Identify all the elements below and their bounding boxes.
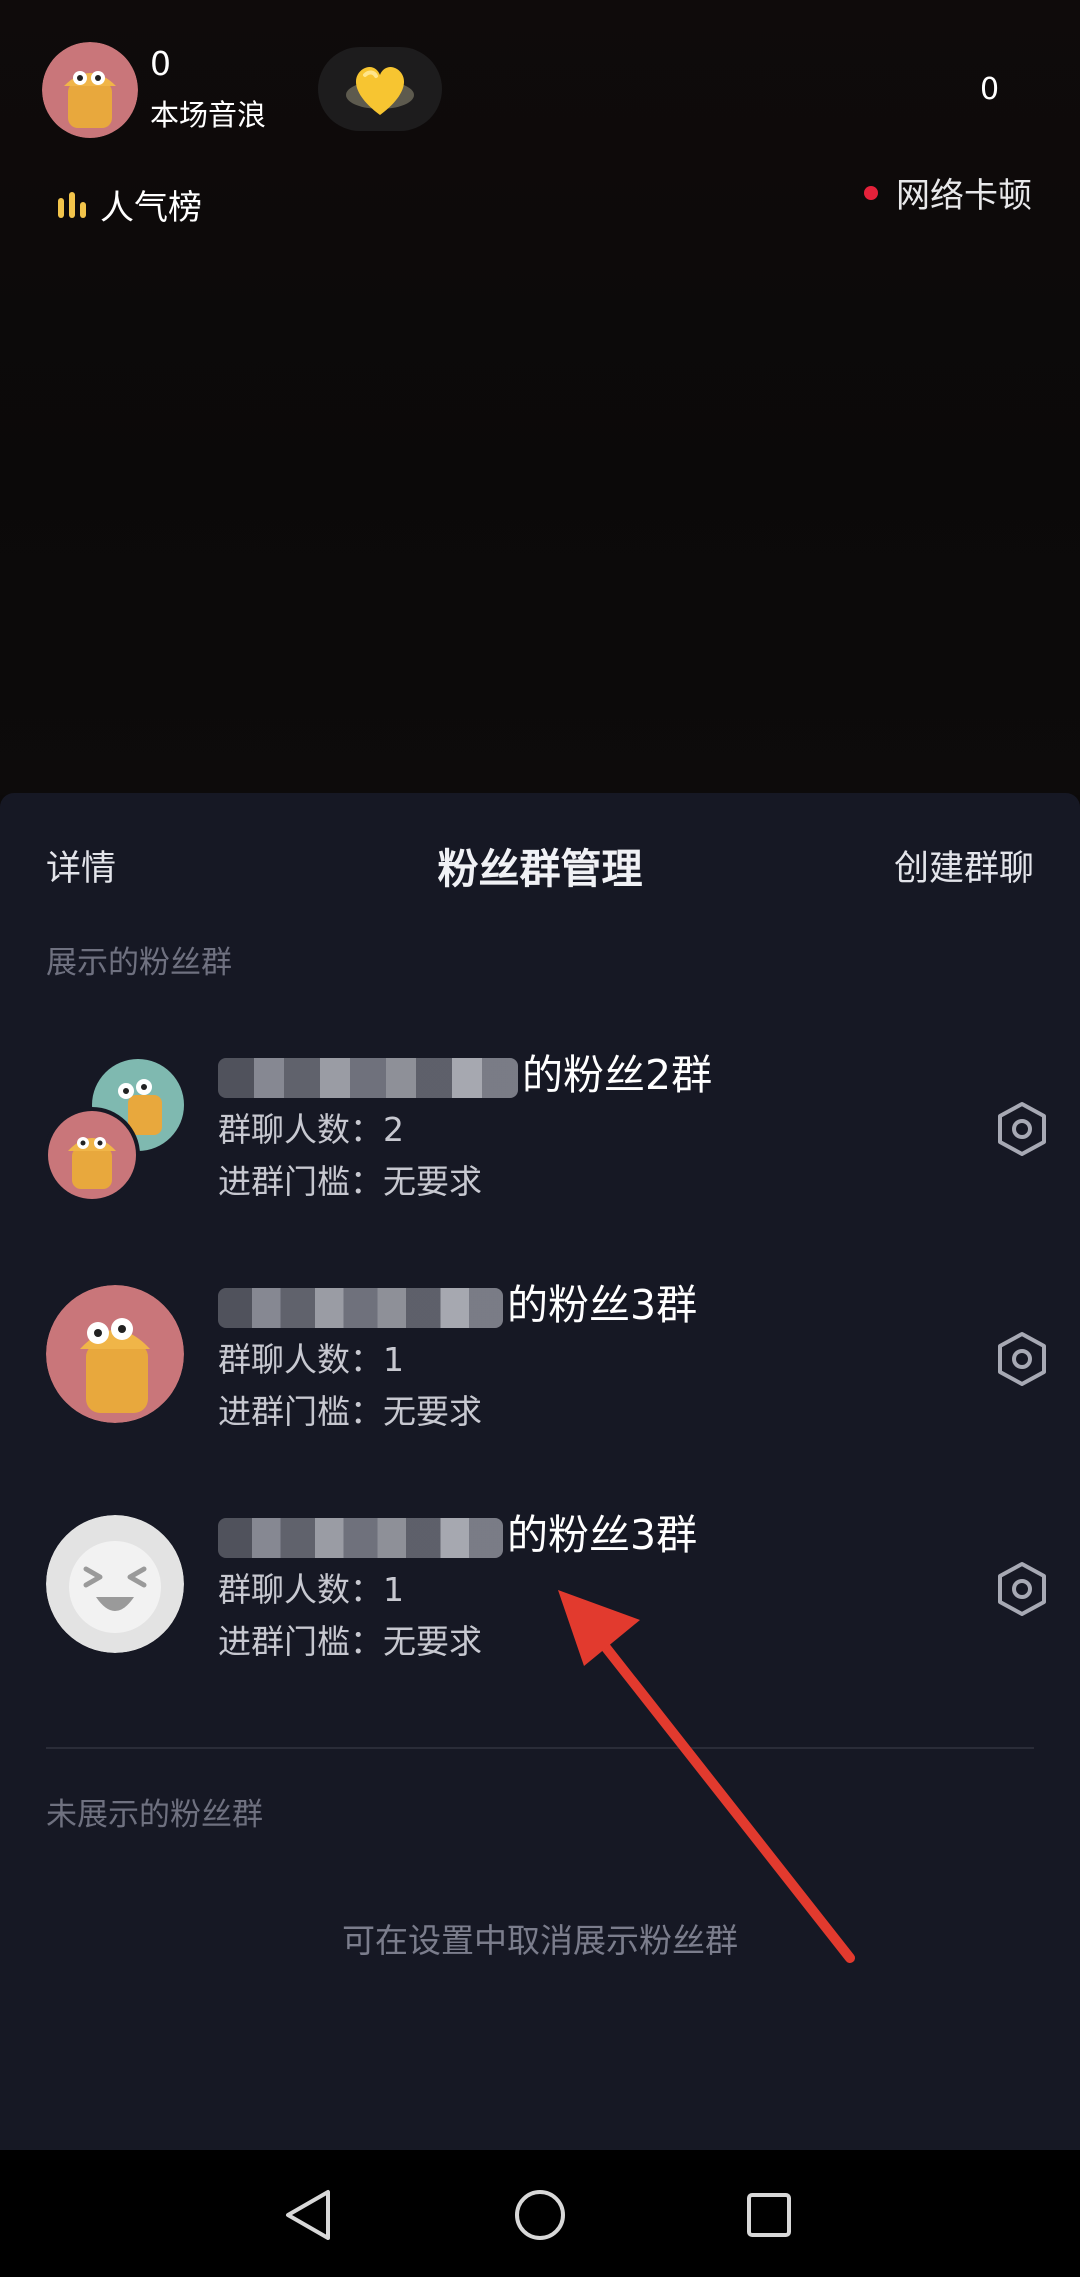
hidden-groups-label: 未展示的粉丝群 <box>46 1797 263 1833</box>
bar-chart-icon <box>58 191 86 218</box>
blurred-name-mosaic <box>218 1518 503 1558</box>
join-threshold: 进群门槛：无要求 <box>218 1162 482 1201</box>
back-icon[interactable] <box>274 2180 344 2250</box>
annotation-arrow-icon <box>558 1590 855 1963</box>
blurred-name-mosaic <box>218 1058 518 1098</box>
join-threshold: 进群门槛：无要求 <box>218 1392 482 1431</box>
settings-icon[interactable] <box>996 1331 1048 1387</box>
fan-group-row[interactable]: 的粉丝3群 群聊人数：1 进群门槛：无要求 <box>0 1243 1080 1443</box>
network-status: 网络卡顿 <box>864 168 1032 217</box>
member-count: 群聊人数：1 <box>218 1340 404 1379</box>
network-status-label: 网络卡顿 <box>896 176 1032 216</box>
recents-icon[interactable] <box>734 2180 804 2250</box>
member-count: 群聊人数：1 <box>218 1570 404 1609</box>
right-count: 0 <box>980 72 1000 107</box>
stacked-double-avatar <box>44 1055 196 1205</box>
shown-groups-label: 展示的粉丝群 <box>46 945 232 981</box>
anchor-avatar[interactable] <box>42 42 138 138</box>
heart-gift-button[interactable] <box>318 47 442 131</box>
create-group-chat-button[interactable]: 创建群聊 <box>894 844 1034 894</box>
group-name: 的粉丝3群 <box>218 1279 697 1331</box>
group-name: 的粉丝3群 <box>218 1509 697 1561</box>
join-threshold: 进群门槛：无要求 <box>218 1622 482 1661</box>
rank-label: 人气榜 <box>100 188 202 228</box>
member-count: 群聊人数：2 <box>218 1110 404 1149</box>
blurred-name-mosaic <box>218 1288 503 1328</box>
fan-group-row[interactable]: 的粉丝2群 群聊人数：2 进群门槛：无要求 <box>0 1013 1080 1213</box>
score-value: 0 <box>150 44 171 83</box>
orange-character-avatar <box>46 1285 184 1423</box>
settings-icon[interactable] <box>996 1561 1048 1617</box>
popularity-rank-button[interactable]: 人气榜 <box>56 180 202 229</box>
settings-icon[interactable] <box>996 1101 1048 1157</box>
group-name: 的粉丝2群 <box>218 1049 712 1101</box>
grey-laughing-avatar <box>46 1515 184 1653</box>
system-navigation-bar <box>0 2150 1080 2277</box>
home-icon[interactable] <box>505 2180 575 2250</box>
red-dot-icon <box>864 185 878 200</box>
score-label: 本场音浪 <box>150 98 267 132</box>
heart-icon <box>346 66 414 115</box>
